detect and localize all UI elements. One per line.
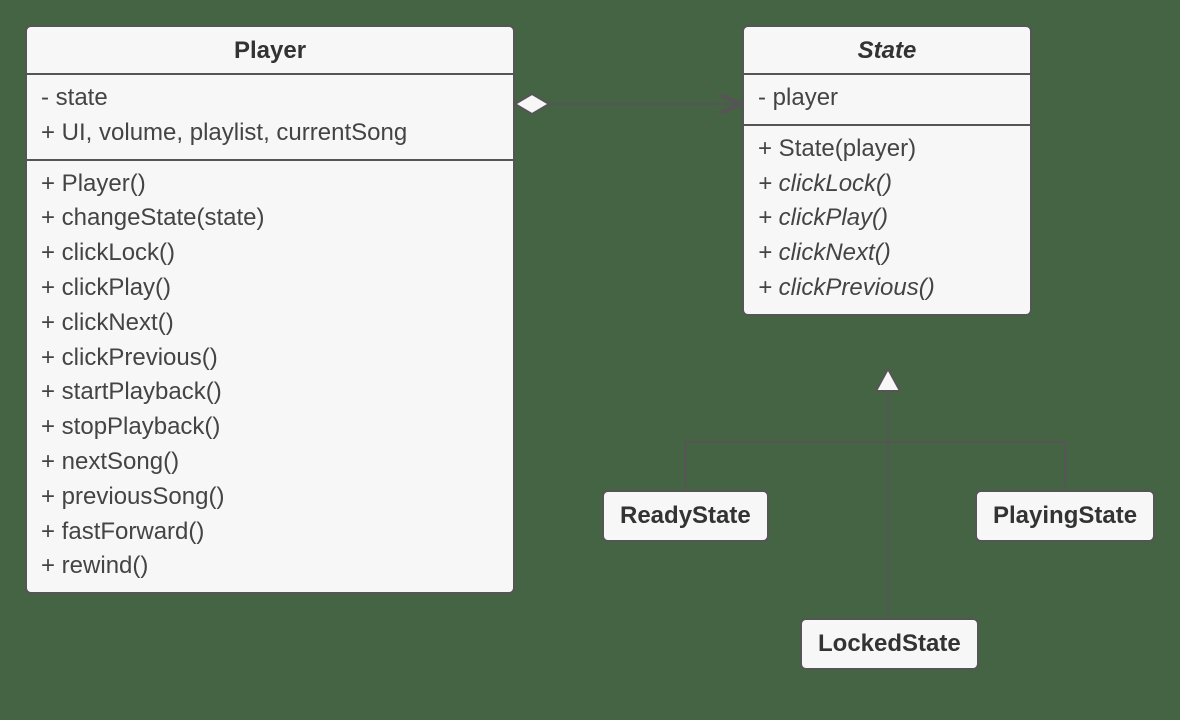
player-method: + fastForward() [41,515,499,550]
state-title: State [744,27,1030,75]
player-methods: + Player() + changeState(state) + clickL… [27,161,513,593]
player-method: + changeState(state) [41,201,499,236]
state-method: + clickPrevious() [758,271,1016,306]
player-method: + stopPlayback() [41,410,499,445]
state-class-box: State - player + State(player) + clickLo… [742,25,1032,316]
state-attributes: - player [744,75,1030,126]
state-method: + State(player) [758,132,1016,167]
state-attr: - player [758,81,1016,116]
lockedstate-box: LockedState [800,618,979,670]
player-method: + clickLock() [41,236,499,271]
player-class-box: Player - state + UI, volume, playlist, c… [25,25,515,594]
state-method: + clickNext() [758,236,1016,271]
player-title: Player [27,27,513,75]
playingstate-box: PlayingState [975,490,1155,542]
player-method: + rewind() [41,549,499,584]
player-method: + previousSong() [41,480,499,515]
player-method: + Player() [41,167,499,202]
player-method: + clickPlay() [41,271,499,306]
player-method: + clickNext() [41,306,499,341]
player-method: + clickPrevious() [41,341,499,376]
player-attr: + UI, volume, playlist, currentSong [41,116,499,151]
player-method: + nextSong() [41,445,499,480]
state-methods: + State(player) + clickLock() + clickPla… [744,126,1030,314]
player-method: + startPlayback() [41,375,499,410]
player-attributes: - state + UI, volume, playlist, currentS… [27,75,513,161]
player-attr: - state [41,81,499,116]
state-method: + clickLock() [758,167,1016,202]
state-method: + clickPlay() [758,201,1016,236]
readystate-box: ReadyState [602,490,769,542]
